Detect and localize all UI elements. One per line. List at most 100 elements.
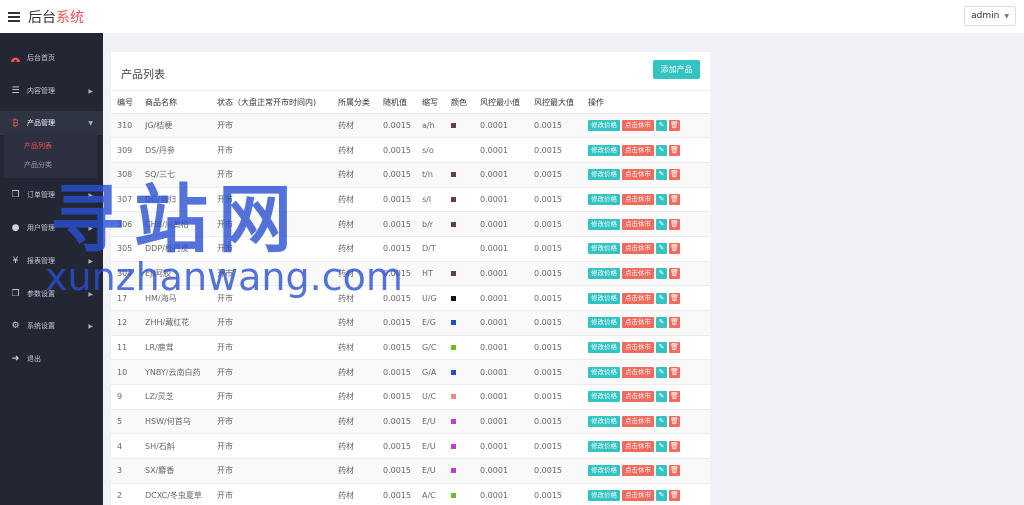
edit-price-button[interactable]: 修改价格 [588,218,620,230]
user-menu-button[interactable]: admin ▼ [964,6,1016,26]
watermark-text: 寻站网 [50,177,302,263]
edit-price-button[interactable]: 修改价格 [588,391,620,403]
close-market-button[interactable]: 点击休市 [622,267,654,279]
edit-price-button[interactable]: 修改价格 [588,169,620,181]
pencil-icon[interactable]: ✎ [656,440,667,452]
submenu-item-product-category[interactable]: 产品分类 [24,160,52,170]
table-row: 11 LR/鹿茸 开市 药材 0.0015 G/C 0.0001 0.0015 修改价格 点击休市… [111,335,710,361]
cell-actions: 修改价格 点击休市 ✎ 🗑 [582,261,710,287]
cell-max: 0.0015 [528,335,582,361]
cell-id: 12 [111,310,139,336]
edit-price-button[interactable]: 修改价格 [588,342,620,354]
edit-price-button[interactable]: 修改价格 [588,317,620,329]
close-market-button[interactable]: 点击休市 [622,144,654,156]
pencil-icon[interactable]: ✎ [656,366,667,378]
pencil-icon[interactable]: ✎ [656,317,667,329]
close-market-button[interactable]: 点击休市 [622,218,654,230]
cell-name: SX/麝香 [139,458,211,484]
close-market-button[interactable]: 点击休市 [622,416,654,428]
pencil-icon[interactable]: ✎ [656,193,667,205]
pencil-icon[interactable]: ✎ [656,416,667,428]
col-header-max[interactable]: 风控最大值 [528,92,582,114]
edit-price-button[interactable]: 修改价格 [588,416,620,428]
trash-icon[interactable]: 🗑 [669,391,680,403]
edit-price-button[interactable]: 修改价格 [588,490,620,502]
col-header-abbr[interactable]: 缩写 [416,92,445,114]
trash-icon[interactable]: 🗑 [669,267,680,279]
close-market-button[interactable]: 点击休市 [622,440,654,452]
edit-price-button[interactable]: 修改价格 [588,267,620,279]
trash-icon[interactable]: 🗑 [669,416,680,428]
cell-color [445,187,474,213]
close-market-button[interactable]: 点击休市 [622,465,654,477]
sidebar-item-dashboard[interactable]: 后台首页 [0,46,103,70]
col-header-random[interactable]: 随机值 [377,92,416,114]
cell-status: 开市 [211,433,332,460]
sidebar-item-logout[interactable]: ➜ 退出 [0,347,103,371]
trash-icon[interactable]: 🗑 [669,342,680,354]
close-market-button[interactable]: 点击休市 [622,193,654,205]
col-header-category[interactable]: 所属分类 [332,92,377,114]
edit-price-button[interactable]: 修改价格 [588,144,620,156]
close-market-button[interactable]: 点击休市 [622,119,654,131]
col-header-min[interactable]: 风控最小值 [474,92,528,114]
close-market-button[interactable]: 点击休市 [622,342,654,354]
sidebar-item-system[interactable]: ⚙ 系统设置 ▶ [0,314,103,338]
edit-price-button[interactable]: 修改价格 [588,292,620,304]
pencil-icon[interactable]: ✎ [656,119,667,131]
trash-icon[interactable]: 🗑 [669,366,680,378]
submenu-item-product-list[interactable]: 产品列表 [24,141,52,151]
trash-icon[interactable]: 🗑 [669,317,680,329]
pencil-icon[interactable]: ✎ [656,342,667,354]
trash-icon[interactable]: 🗑 [669,490,680,502]
add-product-button[interactable]: 添加产品 [653,60,700,79]
close-market-button[interactable]: 点击休市 [622,243,654,255]
col-header-id[interactable]: 编号 [111,92,139,114]
cell-abbr: a/h [416,113,445,139]
col-header-name[interactable]: 商品名称 [139,92,211,114]
pencil-icon[interactable]: ✎ [656,144,667,156]
edit-price-button[interactable]: 修改价格 [588,366,620,378]
dashboard-icon [10,53,21,64]
trash-icon[interactable]: 🗑 [669,119,680,131]
close-market-button[interactable]: 点击休市 [622,490,654,502]
edit-price-button[interactable]: 修改价格 [588,440,620,452]
trash-icon[interactable]: 🗑 [669,169,680,181]
close-market-button[interactable]: 点击休市 [622,317,654,329]
pencil-icon[interactable]: ✎ [656,169,667,181]
cell-random: 0.0015 [377,335,416,361]
pencil-icon[interactable]: ✎ [656,490,667,502]
trash-icon[interactable]: 🗑 [669,193,680,205]
pencil-icon[interactable]: ✎ [656,292,667,304]
col-header-color[interactable]: 颜色 [445,92,474,114]
trash-icon[interactable]: 🗑 [669,144,680,156]
trash-icon[interactable]: 🗑 [669,292,680,304]
pencil-icon[interactable]: ✎ [656,243,667,255]
cell-category: 药材 [332,409,377,435]
edit-price-button[interactable]: 修改价格 [588,193,620,205]
pencil-icon[interactable]: ✎ [656,267,667,279]
table-row: 4 SH/石斛 开市 药材 0.0015 E/U 0.0001 0.0015 修改价格 点击休市 ✎… [111,433,710,460]
close-market-button[interactable]: 点击休市 [622,391,654,403]
trash-icon[interactable]: 🗑 [669,218,680,230]
col-header-status[interactable]: 状态（大盘正常开市时间内) [211,92,332,114]
pencil-icon[interactable]: ✎ [656,465,667,477]
chevron-right-icon: ▶ [88,322,93,330]
menu-toggle-icon[interactable] [8,11,20,22]
close-market-button[interactable]: 点击休市 [622,169,654,181]
edit-price-button[interactable]: 修改价格 [588,119,620,131]
trash-icon[interactable]: 🗑 [669,243,680,255]
pencil-icon[interactable]: ✎ [656,391,667,403]
trash-icon[interactable]: 🗑 [669,440,680,452]
trash-icon[interactable]: 🗑 [669,465,680,477]
sidebar-item-content[interactable]: ☰ 内容管理 ▶ [0,79,103,103]
close-market-button[interactable]: 点击休市 [622,366,654,378]
edit-price-button[interactable]: 修改价格 [588,243,620,255]
cell-min: 0.0001 [474,359,528,386]
cell-min: 0.0001 [474,384,528,410]
pencil-icon[interactable]: ✎ [656,218,667,230]
close-market-button[interactable]: 点击休市 [622,292,654,304]
edit-price-button[interactable]: 修改价格 [588,465,620,477]
logo-main-text: 后台 [28,9,56,26]
cell-max: 0.0015 [528,359,582,386]
